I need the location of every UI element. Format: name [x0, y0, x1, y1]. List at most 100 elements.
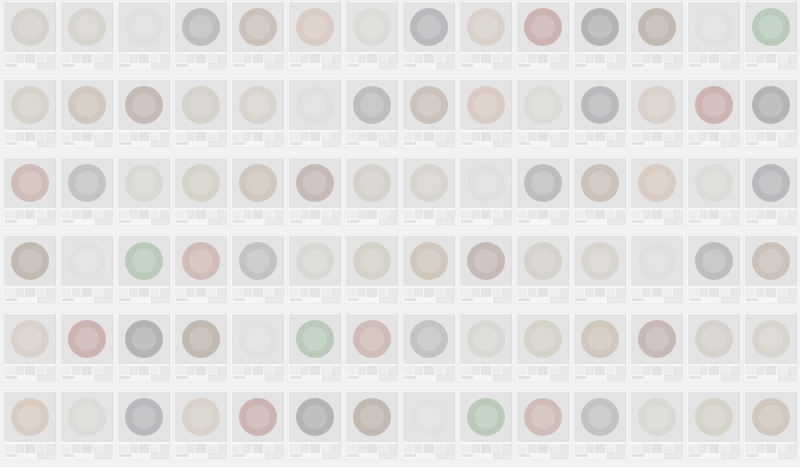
dessert-cup-photo[interactable]: [688, 2, 740, 52]
thumbnail[interactable]: [356, 132, 367, 141]
recipe-card[interactable]: [230, 78, 284, 148]
open-button[interactable]: [607, 374, 625, 381]
recipe-card[interactable]: [743, 234, 797, 304]
open-button[interactable]: [37, 374, 55, 381]
thumbnail[interactable]: [413, 132, 424, 141]
bundt-cake-photo[interactable]: [346, 80, 398, 130]
thumbnail[interactable]: [289, 366, 299, 375]
thumbnail[interactable]: [652, 210, 662, 219]
thumbnail[interactable]: [118, 288, 128, 297]
recipe-card[interactable]: [572, 234, 626, 304]
thumbnail[interactable]: [14, 288, 25, 297]
recipe-card[interactable]: [344, 0, 398, 70]
open-button[interactable]: [322, 296, 340, 303]
thumbnail[interactable]: [688, 288, 698, 297]
thumbnail[interactable]: [299, 366, 310, 375]
thumbnail[interactable]: [242, 444, 253, 453]
thumbnail[interactable]: [289, 54, 299, 63]
thumbnail[interactable]: [25, 210, 35, 219]
snowflake-cookie-photo[interactable]: [403, 314, 455, 364]
thumbnail[interactable]: [481, 288, 491, 297]
thumbnail[interactable]: [517, 288, 527, 297]
open-button[interactable]: [436, 296, 454, 303]
cucumber-salad-photo[interactable]: [118, 236, 170, 286]
thumbnail[interactable]: [709, 288, 719, 297]
thumbnail[interactable]: [538, 132, 548, 141]
jar-photo[interactable]: [289, 392, 341, 442]
thumbnail[interactable]: [253, 132, 263, 141]
rice-bowl-photo[interactable]: [61, 2, 113, 52]
recipe-card[interactable]: [2, 156, 56, 226]
thumbnail[interactable]: [527, 366, 538, 375]
thumbnail[interactable]: [688, 366, 698, 375]
thumbnail[interactable]: [232, 132, 242, 141]
thumbnail[interactable]: [527, 210, 538, 219]
drink-glass-photo[interactable]: [688, 158, 740, 208]
recipe-card[interactable]: [743, 0, 797, 70]
thumbnail[interactable]: [641, 132, 652, 141]
thumbnail[interactable]: [25, 54, 35, 63]
thumbnail[interactable]: [584, 366, 595, 375]
recipe-card[interactable]: [458, 312, 512, 382]
thumbnail[interactable]: [538, 54, 548, 63]
thumbnail[interactable]: [517, 54, 527, 63]
thumbnail[interactable]: [82, 132, 92, 141]
thumbnail[interactable]: [755, 444, 766, 453]
salad-bowl-photo[interactable]: [4, 2, 56, 52]
recipe-card[interactable]: [59, 390, 113, 460]
open-button[interactable]: [37, 218, 55, 225]
roll-photo[interactable]: [745, 392, 797, 442]
recipe-card[interactable]: [344, 234, 398, 304]
grain-salad-photo[interactable]: [688, 392, 740, 442]
recipe-card[interactable]: [458, 156, 512, 226]
dessert-cup-photo[interactable]: [403, 392, 455, 442]
recipe-card[interactable]: [2, 78, 56, 148]
thumbnail[interactable]: [538, 444, 548, 453]
thumbnail[interactable]: [403, 132, 413, 141]
thumbnail[interactable]: [185, 132, 196, 141]
open-button[interactable]: [322, 140, 340, 147]
thumbnail[interactable]: [460, 288, 470, 297]
open-button[interactable]: [322, 374, 340, 381]
snowflake-cookie-photo[interactable]: [61, 158, 113, 208]
open-button[interactable]: [664, 374, 682, 381]
thumbnail[interactable]: [755, 288, 766, 297]
thumbnail[interactable]: [652, 54, 662, 63]
recipe-card[interactable]: [230, 312, 284, 382]
thumbnail[interactable]: [424, 444, 434, 453]
tomato-soup-photo[interactable]: [61, 314, 113, 364]
thumbnail[interactable]: [289, 444, 299, 453]
thumbnail[interactable]: [139, 366, 149, 375]
thumbnail[interactable]: [71, 366, 82, 375]
thumbnail[interactable]: [4, 210, 14, 219]
open-button[interactable]: [550, 218, 568, 225]
thumbnail[interactable]: [709, 444, 719, 453]
thumbnail[interactable]: [517, 210, 527, 219]
recipe-card[interactable]: [287, 156, 341, 226]
recipe-card[interactable]: [173, 312, 227, 382]
recipe-card[interactable]: [629, 156, 683, 226]
open-button[interactable]: [379, 296, 397, 303]
thumbnail[interactable]: [185, 210, 196, 219]
thumbnail[interactable]: [82, 288, 92, 297]
thumbnail[interactable]: [367, 366, 377, 375]
thumbnail[interactable]: [128, 132, 139, 141]
open-button[interactable]: [721, 374, 739, 381]
waffle-iron-photo[interactable]: [745, 158, 797, 208]
thumbnail[interactable]: [82, 210, 92, 219]
thumbnail[interactable]: [745, 54, 755, 63]
recipe-card[interactable]: [2, 0, 56, 70]
thumbnail[interactable]: [4, 366, 14, 375]
thumbnail[interactable]: [61, 444, 71, 453]
grain-salad-photo[interactable]: [4, 80, 56, 130]
open-button[interactable]: [208, 218, 226, 225]
thumbnail[interactable]: [631, 132, 641, 141]
recipe-card[interactable]: [686, 312, 740, 382]
open-button[interactable]: [94, 374, 112, 381]
thumbnail[interactable]: [356, 366, 367, 375]
recipe-card[interactable]: [173, 390, 227, 460]
steak-photo[interactable]: [118, 80, 170, 130]
thumbnail[interactable]: [652, 366, 662, 375]
salad-bowl-photo[interactable]: [346, 158, 398, 208]
thumbnail[interactable]: [470, 444, 481, 453]
